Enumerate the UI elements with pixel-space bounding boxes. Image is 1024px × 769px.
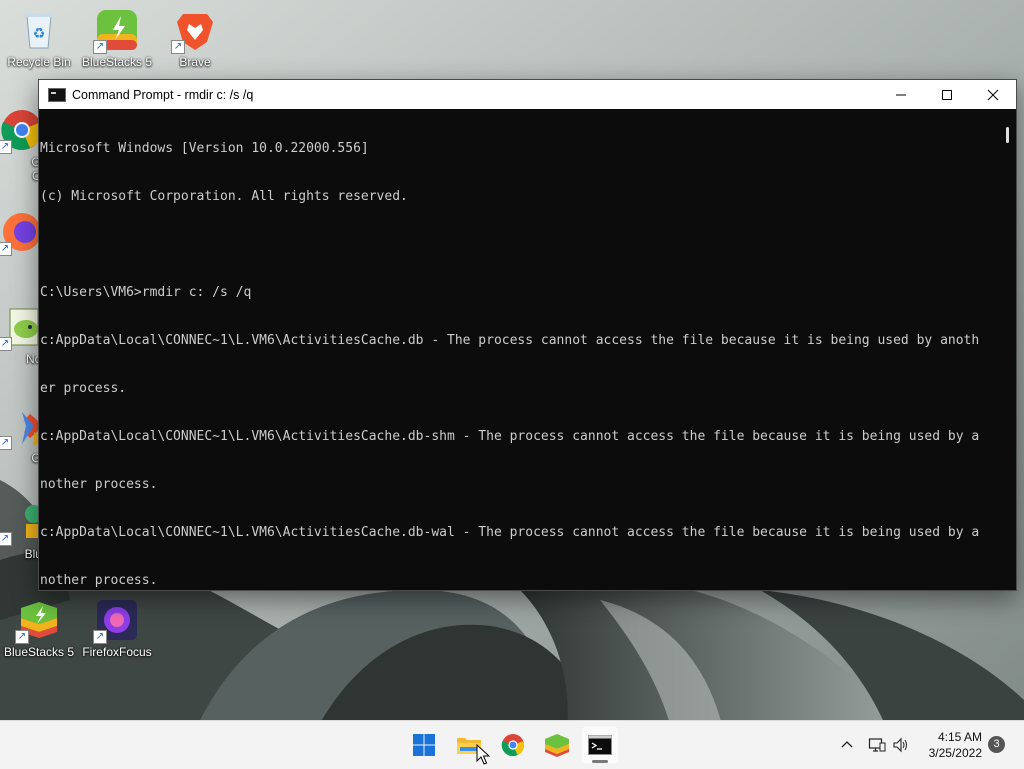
brave-icon: ↗ — [171, 8, 217, 54]
shortcut-arrow-icon: ↗ — [0, 242, 12, 256]
console-line: nother process. — [40, 573, 158, 588]
shortcut-arrow-icon: ↗ — [93, 630, 107, 644]
shortcut-arrow-icon: ↗ — [171, 40, 185, 54]
desktop-icon-recycle-bin[interactable]: ♻ Recycle Bin — [1, 8, 77, 69]
console-line: c:AppData\Local\CONNEC~1\L.VM6\Activitie… — [40, 429, 980, 444]
console-line: Microsoft Windows [Version 10.0.22000.55… — [40, 141, 369, 156]
shortcut-arrow-icon: ↗ — [0, 337, 12, 351]
command-prompt-icon — [588, 735, 612, 755]
desktop-icon-label: BlueStacks 5 — [81, 55, 153, 69]
minimize-icon — [896, 94, 906, 95]
console-line: (c) Microsoft Corporation. All rights re… — [40, 189, 408, 204]
recycle-bin-icon: ♻ — [17, 8, 61, 52]
window-title: Command Prompt - rmdir c: /s /q — [72, 87, 254, 102]
chevron-up-icon[interactable] — [840, 738, 854, 752]
console-line: C:\Users\VM6>rmdir c: /s /q — [40, 285, 252, 300]
taskbar-start-button[interactable] — [406, 727, 442, 763]
desktop-icon-brave[interactable]: ↗ Brave — [157, 8, 233, 69]
taskbar-chrome[interactable] — [495, 727, 531, 763]
volume-icon[interactable] — [892, 737, 910, 753]
firefox-focus-icon: ↗ — [93, 598, 139, 644]
scrollbar-thumb[interactable] — [1006, 127, 1009, 143]
desktop-icon-label: BlueStacks 5 — [3, 645, 75, 659]
maximize-button[interactable] — [924, 80, 970, 109]
clock-date: 3/25/2022 — [928, 746, 982, 760]
command-prompt-window[interactable]: Command Prompt - rmdir c: /s /q Microsof… — [38, 79, 1017, 591]
console-line: er process. — [40, 381, 127, 396]
maximize-icon — [942, 89, 952, 100]
shortcut-arrow-icon: ↗ — [93, 40, 107, 54]
bluestacks-icon: ↗ — [15, 598, 61, 644]
desktop-icon-bluestacks-multi[interactable]: ↗ BlueStacks 5 — [79, 8, 155, 69]
close-icon — [987, 89, 999, 100]
windows-start-icon — [413, 734, 435, 756]
desktop-icon-bluestacks-5[interactable]: ↗ BlueStacks 5 — [1, 598, 77, 659]
console-line: c:AppData\Local\CONNEC~1\L.VM6\Activitie… — [40, 525, 980, 540]
desktop-icon-label: Recycle Bin — [7, 55, 71, 69]
network-icon[interactable] — [868, 737, 886, 753]
desktop-icon-label: FirefoxFocus — [82, 645, 152, 659]
active-app-indicator — [592, 760, 608, 763]
taskbar: 4:15 AM 3/25/2022 3 — [0, 720, 1024, 769]
system-tray — [840, 721, 910, 769]
close-button[interactable] — [970, 80, 1016, 109]
bluestacks-multi-icon: ↗ — [93, 8, 139, 54]
shortcut-arrow-icon: ↗ — [0, 532, 12, 546]
taskbar-clock[interactable]: 4:15 AM 3/25/2022 — [929, 729, 982, 761]
taskbar-command-prompt[interactable] — [582, 727, 618, 763]
mouse-pointer-icon — [476, 744, 490, 765]
bluestacks-icon — [545, 734, 569, 757]
console-line: nother process. — [40, 477, 158, 492]
notification-badge[interactable]: 3 — [988, 736, 1005, 753]
minimize-button[interactable] — [878, 80, 924, 109]
command-prompt-icon — [48, 87, 66, 102]
taskbar-bluestacks[interactable] — [539, 727, 575, 763]
shortcut-arrow-icon: ↗ — [0, 140, 12, 154]
shortcut-arrow-icon: ↗ — [15, 630, 29, 644]
desktop-icon-firefox-focus[interactable]: ↗ FirefoxFocus — [79, 598, 155, 659]
shortcut-arrow-icon: ↗ — [0, 436, 12, 450]
desktop-icon-label: Brave — [179, 55, 211, 69]
console-scrollbar[interactable] — [1000, 109, 1016, 590]
window-titlebar[interactable]: Command Prompt - rmdir c: /s /q — [39, 80, 1016, 109]
console-line: c:AppData\Local\CONNEC~1\L.VM6\Activitie… — [40, 333, 980, 348]
console-output[interactable]: Microsoft Windows [Version 10.0.22000.55… — [39, 109, 1000, 590]
clock-time: 4:15 AM — [937, 730, 982, 744]
svg-text:♻: ♻ — [33, 25, 46, 41]
chrome-icon — [501, 734, 525, 757]
